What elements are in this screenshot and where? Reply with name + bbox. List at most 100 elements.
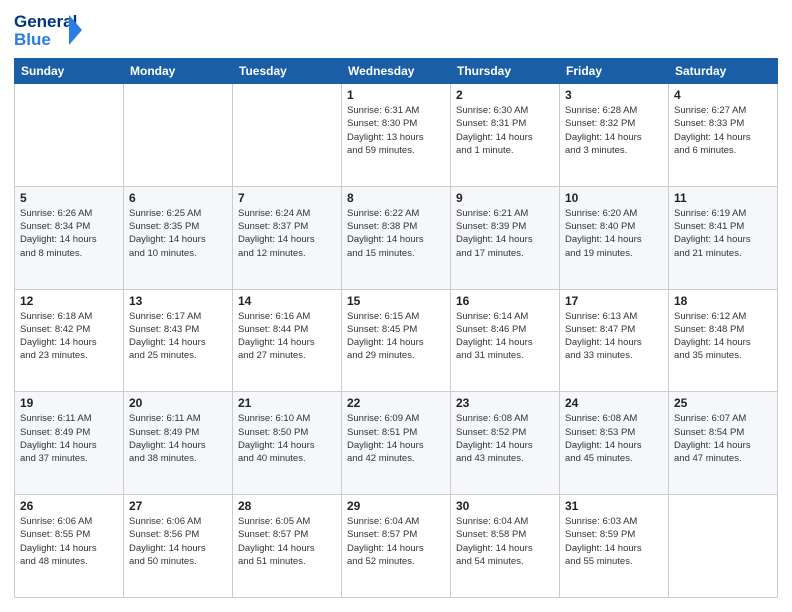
day-info: Sunrise: 6:06 AM Sunset: 8:56 PM Dayligh… <box>129 515 227 568</box>
day-cell: 24 Sunrise: 6:08 AM Sunset: 8:53 PM Dayli… <box>560 392 669 495</box>
day-number: 27 <box>129 499 227 513</box>
day-info: Sunrise: 6:16 AM Sunset: 8:44 PM Dayligh… <box>238 310 336 363</box>
week-row-4: 19Sunrise: 6:11 AM Sunset: 8:49 PM Dayli… <box>15 392 778 495</box>
day-number: 10 <box>565 191 663 205</box>
day-cell: 14 Sunrise: 6:16 AM Sunset: 8:44 PM Dayli… <box>233 289 342 392</box>
day-cell <box>124 84 233 187</box>
day-info: Sunrise: 6:07 AM Sunset: 8:54 PM Dayligh… <box>674 412 772 465</box>
col-header-monday: Monday <box>124 59 233 84</box>
day-cell <box>15 84 124 187</box>
day-number: 7 <box>238 191 336 205</box>
day-number: 6 <box>129 191 227 205</box>
day-cell: 28Sunrise: 6:05 AM Sunset: 8:57 PM Dayli… <box>233 495 342 598</box>
day-info: Sunrise: 6:03 AM Sunset: 8:59 PM Dayligh… <box>565 515 663 568</box>
day-number: 11 <box>674 191 772 205</box>
day-info: Sunrise: 6:17 AM Sunset: 8:43 PM Dayligh… <box>129 310 227 363</box>
day-cell: 9 Sunrise: 6:21 AM Sunset: 8:39 PM Daylig… <box>451 186 560 289</box>
day-cell: 10 Sunrise: 6:20 AM Sunset: 8:40 PM Dayli… <box>560 186 669 289</box>
day-number: 30 <box>456 499 554 513</box>
day-number: 18 <box>674 294 772 308</box>
day-number: 8 <box>347 191 445 205</box>
logo-svg: GeneralBlue <box>14 10 84 50</box>
day-cell: 4 Sunrise: 6:27 AM Sunset: 8:33 PM Daylig… <box>669 84 778 187</box>
day-info: Sunrise: 6:28 AM Sunset: 8:32 PM Dayligh… <box>565 104 663 157</box>
day-cell <box>669 495 778 598</box>
day-cell: 19Sunrise: 6:11 AM Sunset: 8:49 PM Dayli… <box>15 392 124 495</box>
day-cell: 29 Sunrise: 6:04 AM Sunset: 8:57 PM Dayli… <box>342 495 451 598</box>
col-header-wednesday: Wednesday <box>342 59 451 84</box>
col-header-thursday: Thursday <box>451 59 560 84</box>
day-cell: 17Sunrise: 6:13 AM Sunset: 8:47 PM Dayli… <box>560 289 669 392</box>
day-number: 13 <box>129 294 227 308</box>
day-number: 23 <box>456 396 554 410</box>
day-info: Sunrise: 6:04 AM Sunset: 8:57 PM Dayligh… <box>347 515 445 568</box>
day-info: Sunrise: 6:27 AM Sunset: 8:33 PM Dayligh… <box>674 104 772 157</box>
calendar-table: SundayMondayTuesdayWednesdayThursdayFrid… <box>14 58 778 598</box>
day-cell: 13 Sunrise: 6:17 AM Sunset: 8:43 PM Dayli… <box>124 289 233 392</box>
day-cell: 23 Sunrise: 6:08 AM Sunset: 8:52 PM Dayli… <box>451 392 560 495</box>
day-number: 26 <box>20 499 118 513</box>
day-cell: 18 Sunrise: 6:12 AM Sunset: 8:48 PM Dayli… <box>669 289 778 392</box>
day-info: Sunrise: 6:12 AM Sunset: 8:48 PM Dayligh… <box>674 310 772 363</box>
day-info: Sunrise: 6:30 AM Sunset: 8:31 PM Dayligh… <box>456 104 554 157</box>
col-header-sunday: Sunday <box>15 59 124 84</box>
day-cell: 21 Sunrise: 6:10 AM Sunset: 8:50 PM Dayli… <box>233 392 342 495</box>
day-number: 2 <box>456 88 554 102</box>
svg-text:General: General <box>14 12 77 31</box>
day-cell: 7 Sunrise: 6:24 AM Sunset: 8:37 PM Daylig… <box>233 186 342 289</box>
day-number: 5 <box>20 191 118 205</box>
day-number: 4 <box>674 88 772 102</box>
day-info: Sunrise: 6:21 AM Sunset: 8:39 PM Dayligh… <box>456 207 554 260</box>
day-cell <box>233 84 342 187</box>
day-cell: 5Sunrise: 6:26 AM Sunset: 8:34 PM Daylig… <box>15 186 124 289</box>
logo: GeneralBlue <box>14 10 84 50</box>
day-info: Sunrise: 6:22 AM Sunset: 8:38 PM Dayligh… <box>347 207 445 260</box>
day-number: 14 <box>238 294 336 308</box>
day-number: 22 <box>347 396 445 410</box>
svg-text:Blue: Blue <box>14 30 51 49</box>
day-info: Sunrise: 6:25 AM Sunset: 8:35 PM Dayligh… <box>129 207 227 260</box>
day-info: Sunrise: 6:09 AM Sunset: 8:51 PM Dayligh… <box>347 412 445 465</box>
day-cell: 25Sunrise: 6:07 AM Sunset: 8:54 PM Dayli… <box>669 392 778 495</box>
day-number: 15 <box>347 294 445 308</box>
header-row: SundayMondayTuesdayWednesdayThursdayFrid… <box>15 59 778 84</box>
day-info: Sunrise: 6:11 AM Sunset: 8:49 PM Dayligh… <box>129 412 227 465</box>
day-cell: 8 Sunrise: 6:22 AM Sunset: 8:38 PM Daylig… <box>342 186 451 289</box>
day-cell: 12Sunrise: 6:18 AM Sunset: 8:42 PM Dayli… <box>15 289 124 392</box>
day-info: Sunrise: 6:24 AM Sunset: 8:37 PM Dayligh… <box>238 207 336 260</box>
day-cell: 27 Sunrise: 6:06 AM Sunset: 8:56 PM Dayli… <box>124 495 233 598</box>
day-number: 24 <box>565 396 663 410</box>
day-cell: 15 Sunrise: 6:15 AM Sunset: 8:45 PM Dayli… <box>342 289 451 392</box>
day-cell: 11 Sunrise: 6:19 AM Sunset: 8:41 PM Dayli… <box>669 186 778 289</box>
day-number: 20 <box>129 396 227 410</box>
day-number: 12 <box>20 294 118 308</box>
day-number: 17 <box>565 294 663 308</box>
header: GeneralBlue <box>14 10 778 50</box>
col-header-tuesday: Tuesday <box>233 59 342 84</box>
day-info: Sunrise: 6:15 AM Sunset: 8:45 PM Dayligh… <box>347 310 445 363</box>
day-info: Sunrise: 6:19 AM Sunset: 8:41 PM Dayligh… <box>674 207 772 260</box>
col-header-saturday: Saturday <box>669 59 778 84</box>
day-number: 9 <box>456 191 554 205</box>
col-header-friday: Friday <box>560 59 669 84</box>
day-number: 29 <box>347 499 445 513</box>
day-info: Sunrise: 6:10 AM Sunset: 8:50 PM Dayligh… <box>238 412 336 465</box>
page: GeneralBlue SundayMondayTuesdayWednesday… <box>0 0 792 612</box>
day-cell: 20 Sunrise: 6:11 AM Sunset: 8:49 PM Dayli… <box>124 392 233 495</box>
day-info: Sunrise: 6:08 AM Sunset: 8:52 PM Dayligh… <box>456 412 554 465</box>
day-info: Sunrise: 6:05 AM Sunset: 8:57 PM Dayligh… <box>238 515 336 568</box>
day-number: 21 <box>238 396 336 410</box>
day-cell: 30Sunrise: 6:04 AM Sunset: 8:58 PM Dayli… <box>451 495 560 598</box>
day-cell: 6 Sunrise: 6:25 AM Sunset: 8:35 PM Daylig… <box>124 186 233 289</box>
week-row-2: 5Sunrise: 6:26 AM Sunset: 8:34 PM Daylig… <box>15 186 778 289</box>
day-info: Sunrise: 6:06 AM Sunset: 8:55 PM Dayligh… <box>20 515 118 568</box>
day-info: Sunrise: 6:11 AM Sunset: 8:49 PM Dayligh… <box>20 412 118 465</box>
day-cell: 26 Sunrise: 6:06 AM Sunset: 8:55 PM Dayli… <box>15 495 124 598</box>
day-info: Sunrise: 6:08 AM Sunset: 8:53 PM Dayligh… <box>565 412 663 465</box>
day-cell: 3Sunrise: 6:28 AM Sunset: 8:32 PM Daylig… <box>560 84 669 187</box>
week-row-5: 26 Sunrise: 6:06 AM Sunset: 8:55 PM Dayli… <box>15 495 778 598</box>
day-number: 31 <box>565 499 663 513</box>
day-cell: 2 Sunrise: 6:30 AM Sunset: 8:31 PM Daylig… <box>451 84 560 187</box>
day-info: Sunrise: 6:20 AM Sunset: 8:40 PM Dayligh… <box>565 207 663 260</box>
day-info: Sunrise: 6:31 AM Sunset: 8:30 PM Dayligh… <box>347 104 445 157</box>
